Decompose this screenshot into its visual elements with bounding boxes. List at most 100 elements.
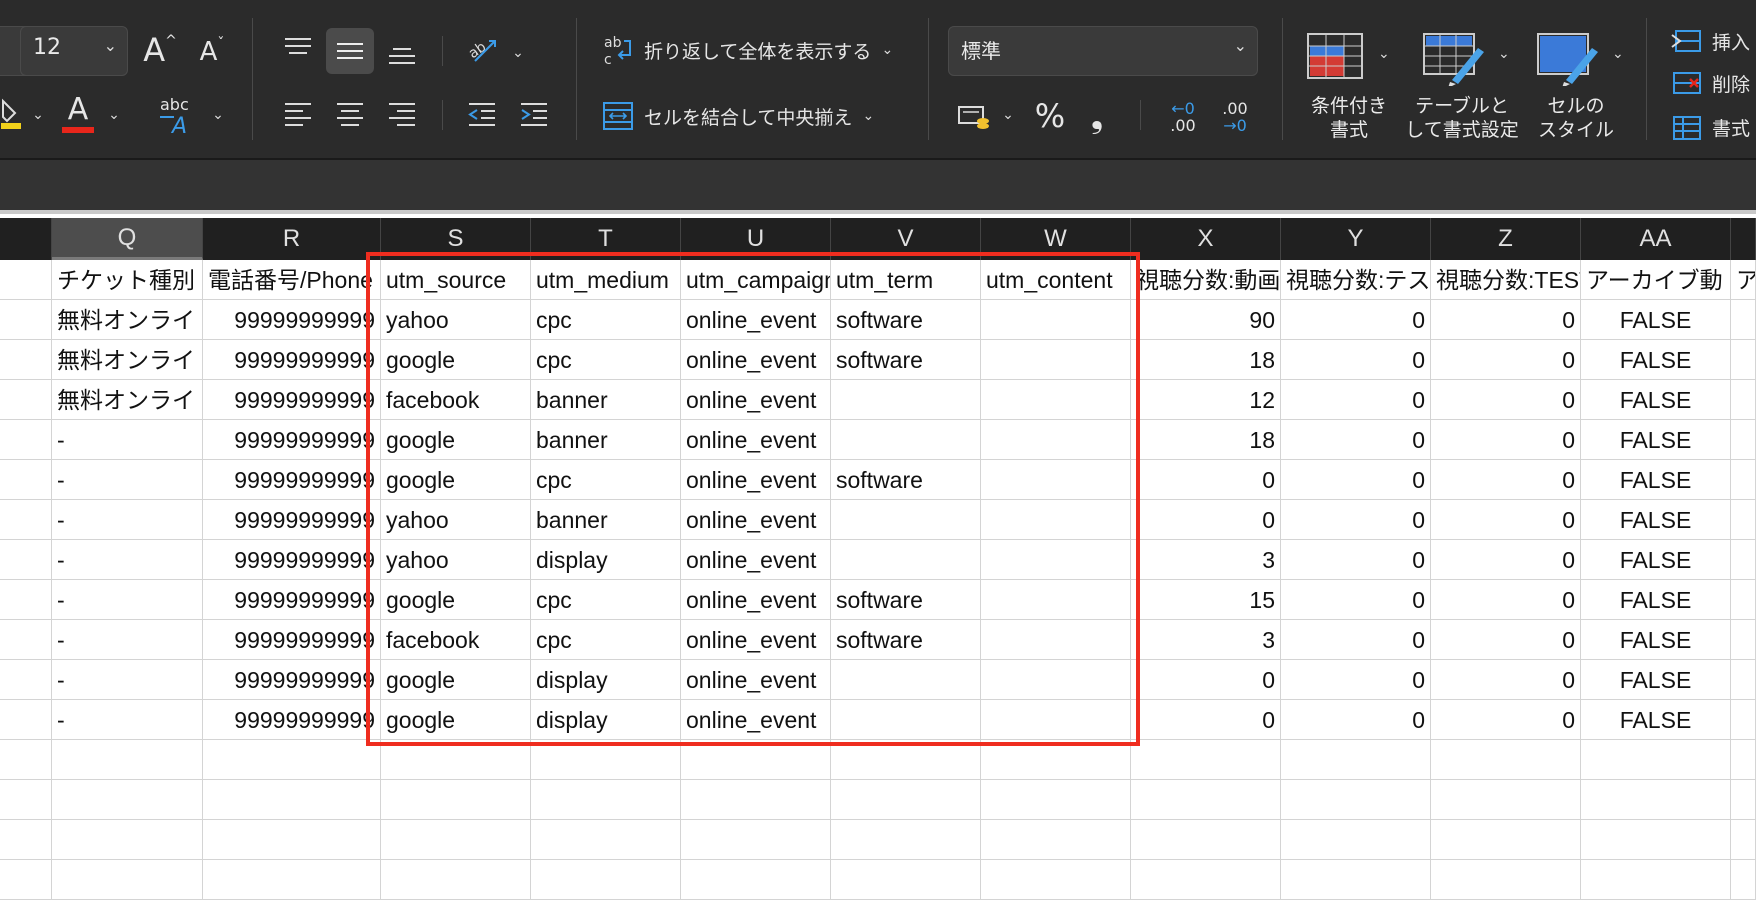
accounting-format-dropdown[interactable]: ⌄ [998, 100, 1018, 130]
row-header[interactable] [0, 420, 52, 460]
data-cell[interactable]: facebook [381, 380, 531, 420]
data-cell[interactable]: banner [531, 380, 681, 420]
data-cell[interactable] [981, 420, 1131, 460]
insert-cells-button[interactable]: 挿入 [1670, 24, 1756, 58]
column-header-v[interactable]: V [831, 218, 981, 260]
accounting-format-button[interactable] [954, 96, 994, 136]
data-cell[interactable]: FALSE [1581, 660, 1731, 700]
data-cell[interactable] [981, 660, 1131, 700]
empty-cell[interactable] [1581, 820, 1731, 860]
data-cell[interactable]: 0 [1431, 460, 1581, 500]
empty-cell[interactable] [981, 780, 1131, 820]
data-cell[interactable] [981, 500, 1131, 540]
data-cell[interactable]: 90 [1131, 300, 1281, 340]
data-cell[interactable]: 99999999999 [203, 660, 381, 700]
data-cell[interactable]: 0 [1281, 300, 1431, 340]
data-cell[interactable]: FALSE [1581, 700, 1731, 740]
data-cell[interactable]: 99999999999 [203, 420, 381, 460]
data-cell[interactable]: 0 [1431, 580, 1581, 620]
data-cell[interactable]: - [52, 540, 203, 580]
font-size-combo[interactable]: 12 ⌄ [20, 26, 128, 76]
empty-cell[interactable] [1731, 460, 1756, 500]
data-cell[interactable]: online_event [681, 380, 831, 420]
column-header-next[interactable] [1731, 218, 1756, 260]
data-cell[interactable]: 0 [1131, 500, 1281, 540]
data-cell[interactable]: cpc [531, 340, 681, 380]
data-cell[interactable]: 0 [1431, 500, 1581, 540]
column-header-r[interactable]: R [203, 218, 381, 260]
data-cell[interactable]: - [52, 700, 203, 740]
data-cell[interactable]: 0 [1131, 700, 1281, 740]
data-cell[interactable]: software [831, 460, 981, 500]
data-cell[interactable]: online_event [681, 500, 831, 540]
data-cell[interactable]: - [52, 500, 203, 540]
empty-cell[interactable] [1131, 780, 1281, 820]
data-cell[interactable]: 18 [1131, 420, 1281, 460]
row-header[interactable] [0, 620, 52, 660]
data-cell[interactable]: cpc [531, 580, 681, 620]
empty-cell[interactable] [981, 740, 1131, 780]
data-cell[interactable]: online_event [681, 580, 831, 620]
orientation-button[interactable]: ab [462, 30, 502, 70]
data-cell[interactable] [981, 700, 1131, 740]
merge-center-button[interactable]: セルを結合して中央揃え ⌄ [602, 96, 902, 136]
row-header[interactable] [0, 340, 52, 380]
data-cell[interactable] [981, 460, 1131, 500]
data-cell[interactable]: online_event [681, 660, 831, 700]
empty-cell[interactable] [531, 860, 681, 900]
empty-cell[interactable] [1131, 820, 1281, 860]
data-cell[interactable] [831, 700, 981, 740]
empty-cell[interactable] [831, 780, 981, 820]
data-cell[interactable]: 15 [1131, 580, 1281, 620]
header-cell[interactable]: utm_term [831, 260, 981, 300]
row-header[interactable] [0, 580, 52, 620]
header-cell[interactable]: utm_source [381, 260, 531, 300]
row-header[interactable] [0, 500, 52, 540]
column-header-y[interactable]: Y [1281, 218, 1431, 260]
data-cell[interactable]: yahoo [381, 300, 531, 340]
data-cell[interactable]: FALSE [1581, 340, 1731, 380]
column-header-s[interactable]: S [381, 218, 531, 260]
data-cell[interactable]: 99999999999 [203, 300, 381, 340]
data-cell[interactable]: - [52, 620, 203, 660]
empty-cell[interactable] [1581, 860, 1731, 900]
data-cell[interactable]: cpc [531, 620, 681, 660]
data-cell[interactable]: 99999999999 [203, 700, 381, 740]
data-cell[interactable]: display [531, 700, 681, 740]
empty-cell[interactable] [203, 860, 381, 900]
data-cell[interactable]: 0 [1431, 540, 1581, 580]
empty-cell[interactable] [1731, 660, 1756, 700]
data-cell[interactable] [981, 620, 1131, 660]
empty-cell[interactable] [1731, 380, 1756, 420]
formula-bar[interactable] [0, 158, 1756, 214]
data-cell[interactable]: online_event [681, 540, 831, 580]
data-cell[interactable]: - [52, 460, 203, 500]
data-cell[interactable]: FALSE [1581, 460, 1731, 500]
empty-cell[interactable] [1281, 740, 1431, 780]
data-cell[interactable]: 99999999999 [203, 340, 381, 380]
empty-cell[interactable] [1581, 780, 1731, 820]
empty-cell[interactable] [1431, 860, 1581, 900]
header-cell[interactable]: アーカイブ動 [1581, 260, 1731, 300]
row-header[interactable] [0, 540, 52, 580]
data-cell[interactable]: online_event [681, 340, 831, 380]
data-cell[interactable]: 0 [1281, 420, 1431, 460]
empty-cell[interactable] [531, 740, 681, 780]
data-cell[interactable]: 0 [1431, 380, 1581, 420]
empty-cell[interactable] [1731, 340, 1756, 380]
empty-cell[interactable] [1431, 820, 1581, 860]
data-cell[interactable]: cpc [531, 300, 681, 340]
increase-indent-button[interactable] [514, 94, 554, 134]
text-orientation-dropdown[interactable]: ⌄ [208, 100, 228, 130]
row-header[interactable] [0, 820, 52, 860]
data-cell[interactable]: software [831, 300, 981, 340]
grow-font-button[interactable]: A ^ [138, 28, 182, 72]
empty-cell[interactable] [1281, 820, 1431, 860]
data-cell[interactable]: yahoo [381, 540, 531, 580]
font-color-dropdown[interactable]: ⌄ [104, 100, 124, 130]
data-cell[interactable]: 0 [1281, 620, 1431, 660]
empty-cell[interactable] [681, 820, 831, 860]
text-orientation-button[interactable]: abc A [160, 94, 208, 138]
empty-cell[interactable] [831, 820, 981, 860]
data-cell[interactable]: 0 [1431, 300, 1581, 340]
